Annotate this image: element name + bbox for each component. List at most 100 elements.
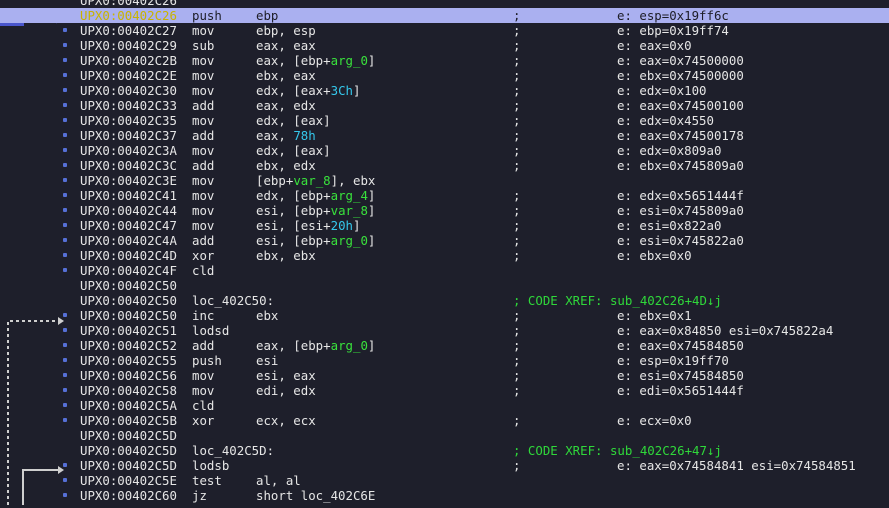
disasm-row[interactable]: UPX0:00402C5D lodsb; e: eax=0x74584841 esi… (0, 458, 889, 473)
symbol-ref[interactable]: var_8 (331, 203, 368, 218)
operand-text: ], ebx (330, 173, 376, 188)
operand-text: ] (367, 53, 376, 68)
disasm-row[interactable]: UPX0:00402C33 add eax, edx; e: eax=0x745001… (0, 98, 889, 113)
disasm-row[interactable]: UPX0:00402C2E mov ebx, eax; e: ebx=0x745000… (0, 68, 889, 83)
mnemonic: push (192, 353, 222, 368)
mnemonic: mov (192, 203, 215, 218)
disasm-row[interactable]: UPX0:00402C55 push esi; e: esp=0x19ff70 (0, 353, 889, 368)
operand-text: esi, [ebp+ (256, 203, 331, 218)
address: UPX0:00402C4F (80, 263, 177, 278)
disasm-row[interactable]: UPX0:00402C5B xor ecx, ecx; e: ecx=0x0 (0, 413, 889, 428)
emulation-comment: e: ebx=0x1 (617, 308, 692, 323)
address: UPX0:00402C5D (80, 428, 177, 443)
disasm-row[interactable]: UPX0:00402C4D xor ebx, ebx; e: ebx=0x0 (0, 248, 889, 263)
disasm-row[interactable]: UPX0:00402C3E mov [ebp+var_8], ebx (0, 173, 889, 188)
emulation-comment: e: edx=0x4550 (617, 113, 714, 128)
operand-text: ecx, ecx (256, 413, 316, 428)
disasm-row[interactable]: UPX0:00402C47 mov esi, [esi+20h]; e: esi=0x… (0, 218, 889, 233)
comment-separator: ; (513, 353, 521, 368)
address: UPX0:00402C51 (80, 323, 177, 338)
comment-separator: ; (513, 158, 521, 173)
symbol-ref[interactable]: arg_0 (331, 338, 368, 353)
comment-separator: ; (513, 68, 521, 83)
disasm-row[interactable]: UPX0:00402C4F cld (0, 263, 889, 278)
disasm-row[interactable]: UPX0:00402C50 inc ebx; e: ebx=0x1 (0, 308, 889, 323)
disasm-row[interactable]: UPX0:00402C29 sub eax, eax; e: eax=0x0 (0, 38, 889, 53)
address: UPX0:00402C30 (80, 83, 177, 98)
operands: ebx, ebx (256, 248, 316, 263)
address: UPX0:00402C27 (80, 23, 177, 38)
disasm-row[interactable]: UPX0:00402C35 mov edx, [eax]; e: edx=0x4550 (0, 113, 889, 128)
disasm-row[interactable]: UPX0:00402C60 jz short loc_402C6E (0, 488, 889, 503)
disasm-row[interactable]: UPX0:00402C58 mov edi, edx; e: edi=0x565144… (0, 383, 889, 398)
current-instruction-row[interactable]: UPX0:00402C26 push ebp; e: esp=0x19ff6c (0, 8, 889, 23)
operands: ecx, ecx (256, 413, 316, 428)
comment-separator: ; (513, 23, 521, 38)
emulation-comment: e: eax=0x0 (617, 38, 692, 53)
disasm-row[interactable]: UPX0:00402C2B mov eax, [ebp+arg_0]; e: eax=… (0, 53, 889, 68)
operands: eax, [ebp+arg_0] (256, 53, 375, 68)
operand-text: edx, [eax] (256, 143, 331, 158)
mnemonic: mov (192, 368, 215, 383)
label: loc_402C5D: (192, 443, 275, 458)
symbol-ref[interactable]: arg_4 (331, 188, 368, 203)
operand-text: ebp, esp (256, 23, 316, 38)
address: UPX0:00402C4A (80, 233, 177, 248)
address: UPX0:00402C58 (80, 383, 177, 398)
symbol-ref[interactable]: arg_0 (331, 53, 368, 68)
operand-text: ebx, edx (256, 158, 316, 173)
code-xref[interactable]: ; CODE XREF: sub_402C26+47↓j (513, 443, 722, 458)
operand-text: al, al (256, 473, 301, 488)
mnemonic: add (192, 233, 215, 248)
disasm-row[interactable]: UPX0:00402C3A mov edx, [eax]; e: edx=0x809a… (0, 143, 889, 158)
disasm-row[interactable]: UPX0:00402C30 mov edx, [eax+3Ch]; e: edx=0x… (0, 83, 889, 98)
disasm-row[interactable]: UPX0:00402C44 mov esi, [ebp+var_8]; e: esi=… (0, 203, 889, 218)
address: UPX0:00402C60 (80, 488, 177, 503)
emulation-comment: e: ebx=0x0 (617, 248, 692, 263)
address: UPX0:00402C47 (80, 218, 177, 233)
mnemonic: cld (192, 263, 215, 278)
disasm-row[interactable]: UPX0:00402C5E test al, al (0, 473, 889, 488)
address: UPX0:00402C2B (80, 53, 177, 68)
address: UPX0:00402C44 (80, 203, 177, 218)
operands: ebx, edx (256, 158, 316, 173)
address: UPX0:00402C50 (80, 278, 177, 293)
disasm-row[interactable]: UPX0:00402C5D loc_402C5D: ; CODE XREF: sub… (0, 443, 889, 458)
symbol-ref[interactable]: arg_0 (331, 233, 368, 248)
disasm-row[interactable]: UPX0:00402C50 loc_402C50: ; CODE XREF: sub… (0, 293, 889, 308)
comment-separator: ; (513, 308, 521, 323)
comment-separator: ; (513, 458, 521, 473)
operands: edi, edx (256, 383, 316, 398)
disasm-row[interactable]: UPX0:00402C26 (0, 0, 889, 8)
operand-text: [ebp+ (256, 173, 294, 188)
operands: esi, [ebp+var_8] (256, 203, 375, 218)
operands: ebp, esp (256, 23, 316, 38)
operand-text: ebx, eax (256, 68, 316, 83)
disasm-row[interactable]: UPX0:00402C27 mov ebp, esp; e: ebp=0x19ff74 (0, 23, 889, 38)
disasm-row[interactable]: UPX0:00402C41 mov edx, [ebp+arg_4]; e: edx=… (0, 188, 889, 203)
comment-separator: ; (513, 383, 521, 398)
disasm-row[interactable]: UPX0:00402C3C add ebx, edx; e: ebx=0x745809… (0, 158, 889, 173)
disasm-row[interactable]: UPX0:00402C50 (0, 278, 889, 293)
disasm-row[interactable]: UPX0:00402C5D (0, 428, 889, 443)
disasm-row[interactable]: UPX0:00402C52 add eax, [ebp+arg_0]; e: eax=… (0, 338, 889, 353)
operands: edx, [ebp+arg_4] (256, 188, 375, 203)
code-xref[interactable]: ; CODE XREF: sub_402C26+4D↓j (513, 293, 722, 308)
disasm-row[interactable]: UPX0:00402C51 lodsd; e: eax=0x84850 esi=0x… (0, 323, 889, 338)
mnemonic: mov (192, 113, 215, 128)
symbol-ref[interactable]: var_8 (293, 173, 330, 188)
operand-text: eax, [ebp+ (256, 338, 331, 353)
operands: esi (256, 353, 278, 368)
operands: ebx, eax (256, 68, 316, 83)
address: UPX0:00402C29 (80, 38, 177, 53)
operand-text: ebp (256, 8, 279, 23)
disasm-row[interactable]: UPX0:00402C37 add eax, 78h; e: eax=0x745001… (0, 128, 889, 143)
operand-text: esi, eax (256, 368, 316, 383)
comment-separator: ; (513, 8, 521, 23)
mnemonic: inc (192, 308, 215, 323)
disasm-row[interactable]: UPX0:00402C5A cld (0, 398, 889, 413)
operand-text: edx, [eax+ (256, 83, 331, 98)
mnemonic: mov (192, 68, 215, 83)
disasm-row[interactable]: UPX0:00402C56 mov esi, eax; e: esi=0x745848… (0, 368, 889, 383)
disasm-row[interactable]: UPX0:00402C4A add esi, [ebp+arg_0]; e: esi=… (0, 233, 889, 248)
